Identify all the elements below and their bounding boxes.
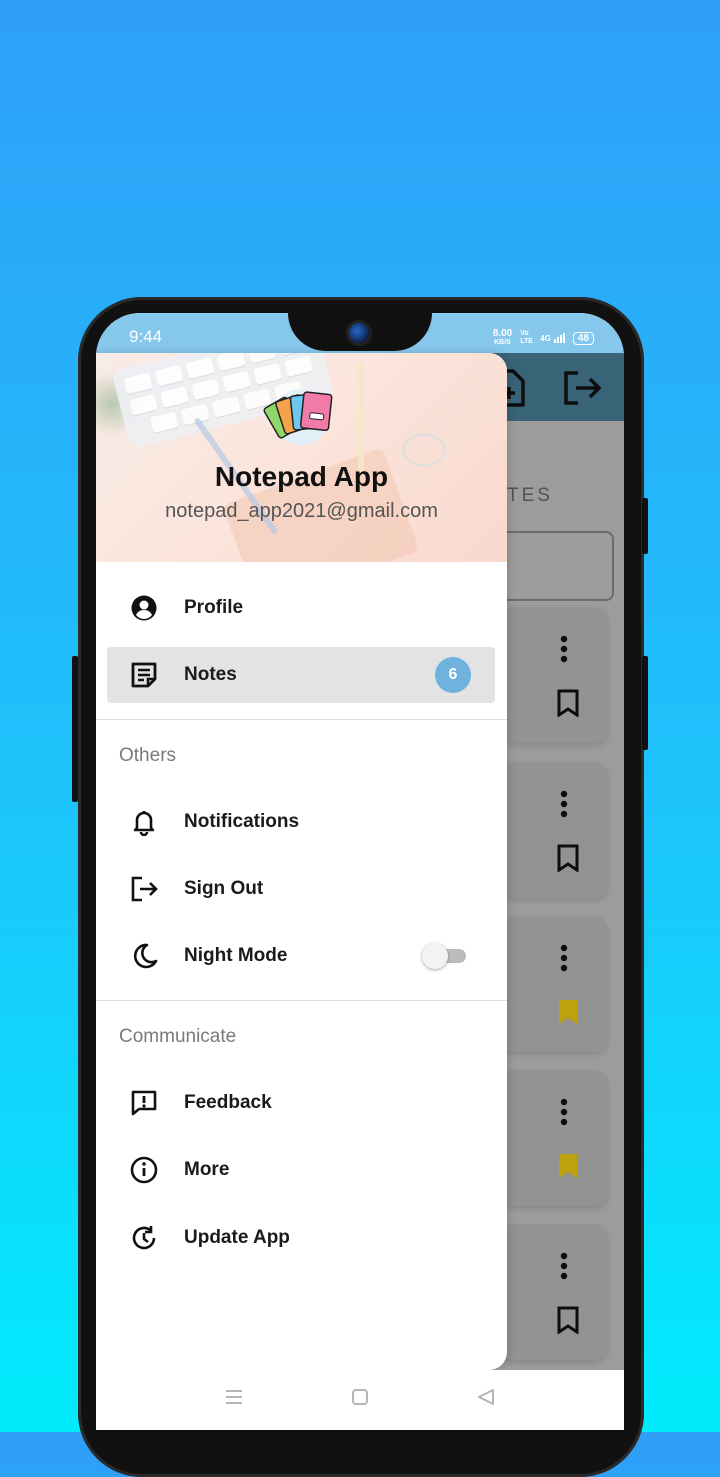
toggle-thumb [422, 943, 448, 969]
account-circle-icon [131, 595, 157, 621]
feedback-icon [131, 1090, 157, 1116]
status-indicators: 8.00 KB/S Vo LTE 4G 48 [493, 329, 594, 347]
phone-screen: 9:44 8.00 KB/S Vo LTE 4G 48 TES Notepad … [96, 313, 624, 1430]
battery-icon: 48 [572, 331, 594, 345]
bell-icon [133, 811, 155, 836]
drawer-item-more[interactable]: More [107, 1142, 495, 1198]
signal-type: 4G [540, 334, 551, 343]
drawer-item-notes[interactable]: Notes 6 [107, 647, 495, 703]
drawer-header: Notepad App notepad_app2021@gmail.com [96, 353, 507, 562]
drawer-item-label: Sign Out [184, 878, 264, 899]
drawer-item-feedback[interactable]: Feedback [107, 1075, 495, 1131]
drawer-item-label: Update App [184, 1227, 290, 1248]
net-speed-unit: KB/S [494, 339, 511, 346]
sign-out-icon [131, 876, 158, 902]
info-icon [130, 1156, 158, 1184]
app-logo [263, 389, 333, 445]
status-time: 9:44 [129, 327, 163, 346]
drawer-item-label: Notes [184, 664, 237, 685]
volte-icon: Vo LTE [520, 330, 533, 345]
notes-count-badge: 6 [435, 657, 471, 693]
header-background-pen [358, 363, 364, 473]
phone-side-button [72, 656, 78, 802]
user-email: notepad_app2021@gmail.com [165, 500, 438, 522]
drawer-item-label: Profile [184, 597, 244, 618]
net-speed: 8.00 KB/S [493, 329, 512, 347]
divider [96, 1000, 507, 1001]
front-camera [349, 323, 369, 343]
update-icon [132, 1226, 156, 1250]
notes-icon [131, 662, 157, 688]
phone-side-button [642, 656, 648, 750]
signal-icon: 4G [540, 333, 565, 343]
net-speed-value: 8.00 [492, 328, 513, 339]
drawer-item-notifications[interactable]: Notifications [107, 794, 495, 850]
drawer-item-sign-out[interactable]: Sign Out [107, 861, 495, 917]
drawer-item-label: Feedback [184, 1092, 272, 1113]
divider [96, 719, 507, 720]
drawer-item-night-mode[interactable]: Night Mode [107, 928, 495, 984]
phone-side-button [642, 498, 648, 554]
system-nav-bar [96, 1370, 624, 1430]
section-title-others: Others [119, 745, 177, 766]
recents-menu-icon[interactable] [224, 1388, 244, 1406]
home-square-icon[interactable] [351, 1388, 369, 1406]
section-title-communicate: Communicate [119, 1026, 237, 1047]
drawer-item-profile[interactable]: Profile [107, 580, 495, 636]
drawer-item-update-app[interactable]: Update App [107, 1210, 495, 1266]
night-mode-toggle[interactable] [422, 942, 470, 970]
back-triangle-icon[interactable] [476, 1388, 496, 1406]
drawer-item-label: More [184, 1159, 230, 1180]
navigation-drawer: Notepad App notepad_app2021@gmail.com Pr… [96, 353, 507, 1370]
drawer-item-label: Night Mode [184, 945, 288, 966]
moon-icon [133, 943, 158, 969]
drawer-item-label: Notifications [184, 811, 300, 832]
app-name: Notepad App [214, 461, 389, 492]
